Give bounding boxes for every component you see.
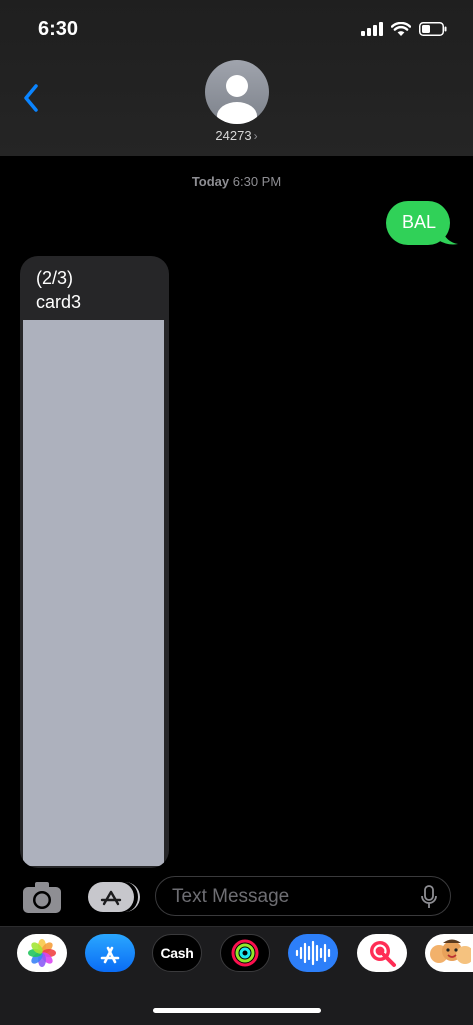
app-store-apps-button[interactable] — [88, 882, 140, 912]
apple-cash-icon: Cash — [160, 945, 193, 961]
app-store-app-button[interactable] — [85, 934, 135, 972]
cellular-signal-icon — [361, 22, 383, 36]
apple-cash-app-button[interactable]: Cash — [152, 934, 202, 972]
memoji-icon — [430, 939, 471, 964]
timestamp-time: 6:30 PM — [232, 174, 282, 189]
status-time: 6:30 — [38, 18, 79, 40]
images-search-app-button[interactable] — [357, 934, 407, 972]
timestamp-day: Today — [191, 174, 230, 189]
message-input-placeholder: Text Message — [172, 886, 290, 907]
home-indicator[interactable] — [153, 1008, 321, 1013]
back-button[interactable] — [14, 78, 48, 118]
audio-message-app-button[interactable] — [288, 934, 338, 972]
microphone-icon[interactable] — [420, 885, 438, 909]
contact-avatar[interactable] — [205, 60, 269, 124]
apple-cash-label: Cash — [160, 945, 194, 961]
images-search-icon — [370, 941, 396, 967]
chevron-right-icon: › — [253, 129, 258, 143]
received-message-bubble[interactable]: (2/3) card3 — [20, 256, 169, 868]
received-message-line: (2/3) — [36, 268, 74, 288]
message-input[interactable]: Text Message — [155, 876, 451, 916]
contact-name[interactable]: 24273 › — [0, 128, 473, 143]
app-store-icon — [100, 946, 120, 964]
audio-message-icon — [295, 940, 331, 966]
sent-message-text: BAL — [401, 212, 437, 232]
status-icons — [361, 18, 447, 40]
battery-icon — [419, 22, 447, 36]
received-message-line: card3 — [36, 292, 82, 312]
activity-app-button[interactable] — [220, 934, 270, 972]
memoji-app-button[interactable] — [425, 934, 473, 972]
camera-icon — [23, 882, 61, 913]
nav-header: 6:30 24273 › — [0, 0, 473, 156]
activity-icon — [231, 939, 259, 967]
message-timestamp: Today 6:30 PM — [0, 174, 473, 189]
redacted-content — [23, 320, 164, 866]
wifi-icon — [391, 21, 411, 36]
camera-button[interactable] — [22, 880, 62, 914]
sent-message-bubble[interactable]: BAL — [386, 200, 458, 245]
chevron-left-icon — [24, 84, 38, 112]
contact-number: 24273 — [215, 128, 252, 143]
person-icon — [217, 75, 257, 124]
photos-app-button[interactable] — [17, 934, 67, 972]
photos-icon — [28, 939, 56, 967]
